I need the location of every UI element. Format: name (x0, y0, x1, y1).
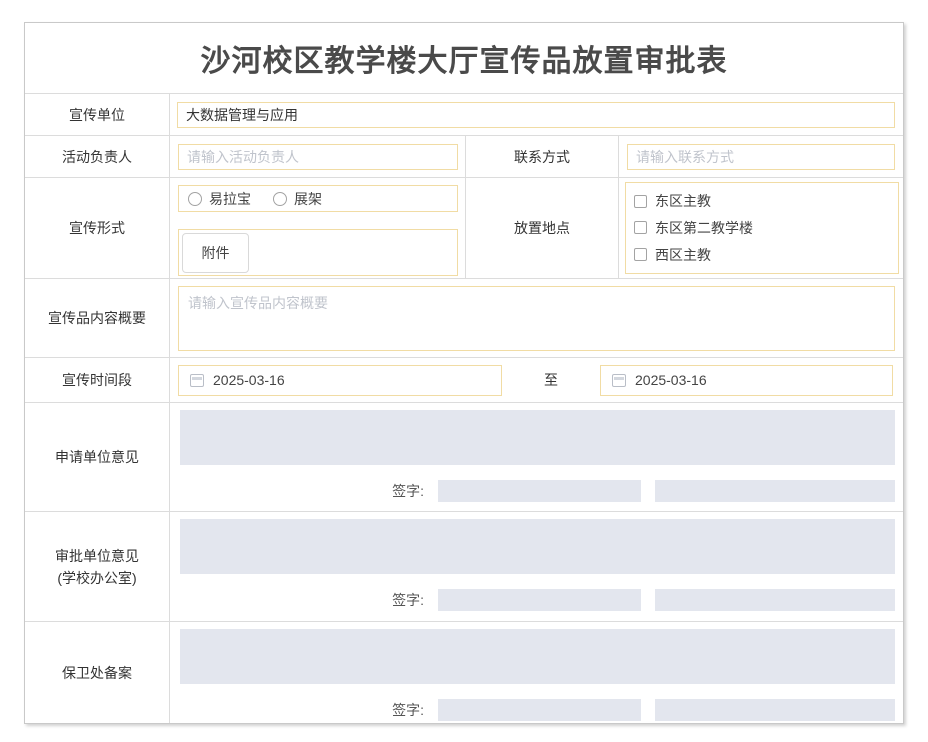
calendar-icon (612, 374, 626, 387)
sign-label: 签字: (392, 700, 424, 720)
checkbox-option-west-main[interactable]: 西区主教 (634, 245, 890, 265)
summary-textarea[interactable] (178, 286, 895, 351)
summary-label: 宣传品内容概要 (25, 279, 170, 357)
radio-label: 展架 (294, 189, 322, 209)
leader-label: 活动负责人 (25, 136, 170, 177)
row-formtype-location: 宣传形式 易拉宝 展架 附件 放置地点 东区主教 (25, 177, 903, 278)
period-label: 宣传时间段 (25, 358, 170, 402)
radio-label: 易拉宝 (209, 189, 251, 209)
row-promo-unit: 宣传单位 (25, 93, 903, 135)
security-record-label: 保卫处备案 (25, 622, 170, 723)
radio-option-roll-up-banner[interactable]: 易拉宝 (188, 189, 251, 209)
title-row: 沙河校区教学楼大厅宣传品放置审批表 (25, 23, 903, 93)
approve-opinion-label: 审批单位意见 (学校办公室) (25, 512, 170, 621)
checkbox-option-east-second[interactable]: 东区第二教学楼 (634, 218, 890, 238)
sign-name-box (438, 699, 641, 721)
apply-opinion-box (180, 410, 895, 465)
row-security-record: 保卫处备案 签字: (25, 621, 903, 723)
attachment-button[interactable]: 附件 (182, 233, 249, 273)
sign-date-box (655, 589, 895, 611)
checkbox-icon[interactable] (634, 248, 647, 261)
checkbox-icon[interactable] (634, 195, 647, 208)
calendar-icon (190, 374, 204, 387)
promo-unit-input[interactable] (177, 102, 895, 128)
end-date-picker[interactable]: 2025-03-16 (600, 365, 893, 396)
sign-date-box (655, 480, 895, 502)
form-title: 沙河校区教学楼大厅宣传品放置审批表 (201, 36, 728, 80)
sign-date-box (655, 699, 895, 721)
row-leader-contact: 活动负责人 联系方式 (25, 135, 903, 177)
checkbox-label: 东区第二教学楼 (655, 218, 753, 238)
checkbox-option-east-main[interactable]: 东区主教 (634, 191, 890, 211)
form-type-radio-group: 易拉宝 展架 (178, 185, 458, 212)
security-record-box (180, 629, 895, 684)
row-apply-opinion: 申请单位意见 签字: (25, 402, 903, 511)
start-date-picker[interactable]: 2025-03-16 (178, 365, 502, 396)
radio-icon[interactable] (273, 192, 287, 206)
row-period: 宣传时间段 2025-03-16 至 2025-03-16 (25, 357, 903, 402)
approve-opinion-box (180, 519, 895, 574)
location-label: 放置地点 (465, 178, 619, 278)
promo-unit-label: 宣传单位 (25, 94, 170, 135)
checkbox-label: 东区主教 (655, 191, 711, 211)
row-summary: 宣传品内容概要 (25, 278, 903, 357)
sign-label: 签字: (392, 590, 424, 610)
approval-form-card: 沙河校区教学楼大厅宣传品放置审批表 宣传单位 活动负责人 联系方式 宣传形式 易… (24, 22, 904, 724)
approve-opinion-label-line2: (学校办公室) (57, 567, 136, 589)
radio-icon[interactable] (188, 192, 202, 206)
form-type-label: 宣传形式 (25, 178, 170, 278)
end-date-value: 2025-03-16 (635, 372, 707, 388)
sign-name-box (438, 589, 641, 611)
sign-label: 签字: (392, 481, 424, 501)
start-date-value: 2025-03-16 (213, 372, 285, 388)
contact-input[interactable] (627, 144, 895, 170)
row-approve-opinion: 审批单位意见 (学校办公室) 签字: (25, 511, 903, 621)
sign-name-box (438, 480, 641, 502)
radio-option-display-stand[interactable]: 展架 (273, 189, 322, 209)
attachment-area: 附件 (178, 229, 458, 276)
leader-input[interactable] (178, 144, 458, 170)
checkbox-icon[interactable] (634, 221, 647, 234)
approve-opinion-label-line1: 审批单位意见 (55, 545, 139, 567)
location-checkbox-group: 东区主教 东区第二教学楼 西区主教 (625, 182, 899, 274)
checkbox-label: 西区主教 (655, 245, 711, 265)
contact-label: 联系方式 (465, 136, 619, 177)
apply-opinion-label: 申请单位意见 (25, 403, 170, 511)
period-to-label: 至 (502, 370, 600, 390)
